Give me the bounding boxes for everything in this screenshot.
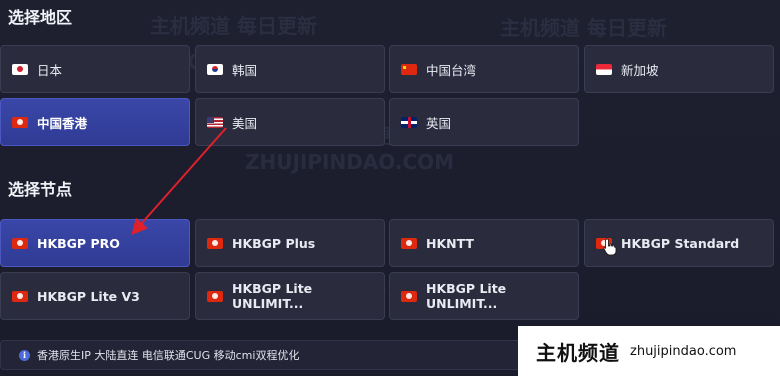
hand-cursor-icon: [603, 238, 617, 256]
gb-flag-icon: [401, 116, 417, 128]
region-section-title: 选择地区: [8, 8, 73, 27]
node-label: HKBGP Lite UNLIMIT...: [426, 281, 507, 311]
region-card-hongkong[interactable]: 中国香港: [0, 98, 190, 146]
region-card-singapore[interactable]: 新加坡: [584, 45, 774, 93]
cn-flag-icon: [401, 63, 417, 75]
node-card-hkbgp-plus[interactable]: HKBGP Plus: [195, 219, 385, 267]
region-label: 中国台湾: [426, 62, 477, 78]
hk-flag-icon: [207, 290, 223, 302]
region-card-korea[interactable]: 韩国: [195, 45, 385, 93]
node-info-text: 香港原生IP 大陆直连 电信联通CUG 移动cmi双程优化: [37, 349, 300, 362]
node-card-hkbgp-lite-unlimit-2[interactable]: HKBGP Lite UNLIMIT...: [389, 272, 579, 320]
region-card-taiwan[interactable]: 中国台湾: [389, 45, 579, 93]
us-flag-icon: [207, 116, 223, 128]
node-card-hkbgp-lite-unlimit-1[interactable]: HKBGP Lite UNLIMIT...: [195, 272, 385, 320]
node-section-title: 选择节点: [8, 180, 73, 199]
region-label: 新加坡: [621, 62, 659, 78]
sg-flag-icon: [596, 63, 612, 75]
node-label: HKNTT: [426, 235, 474, 251]
region-card-usa[interactable]: 美国: [195, 98, 385, 146]
node-info-bar: i 香港原生IP 大陆直连 电信联通CUG 移动cmi双程优化: [0, 340, 560, 370]
site-watermark: 主机频道 zhujipindao.com: [518, 326, 780, 376]
region-card-japan[interactable]: 日本: [0, 45, 190, 93]
hk-flag-icon: [12, 290, 28, 302]
watermark-cn: 主机频道: [536, 340, 620, 365]
hk-flag-icon: [12, 116, 28, 128]
node-label: HKBGP Plus: [232, 235, 316, 251]
watermark-ghost-text: 主机频道 每日更新: [150, 14, 317, 38]
node-label: HKBGP Lite V3: [37, 288, 140, 304]
node-card-hkntt[interactable]: HKNTT: [389, 219, 579, 267]
hk-flag-icon: [207, 237, 223, 249]
node-card-hkbgp-pro[interactable]: HKBGP PRO: [0, 219, 190, 267]
watermark-url: zhujipindao.com: [630, 343, 737, 359]
node-card-hkbgp-lite-v3[interactable]: HKBGP Lite V3: [0, 272, 190, 320]
region-label: 日本: [37, 62, 63, 78]
watermark-ghost-text: ZHUJIPINDAO.COM: [245, 150, 455, 174]
info-icon: i: [19, 349, 30, 361]
node-label: HKBGP PRO: [37, 235, 120, 251]
hk-flag-icon: [401, 290, 417, 302]
region-card-uk[interactable]: 英国: [389, 98, 579, 146]
region-label: 韩国: [232, 62, 258, 78]
region-label: 中国香港: [37, 115, 88, 131]
hk-flag-icon: [401, 237, 417, 249]
page: 主机频道 每日更新 主机频道 每日更新 ZHUJIPINDAO.COM 主机频道…: [0, 0, 780, 376]
kr-flag-icon: [207, 63, 223, 75]
hk-flag-icon: [12, 237, 28, 249]
watermark-ghost-text: 主机频道 每日更新: [500, 16, 667, 40]
jp-flag-icon: [12, 63, 28, 75]
region-label: 美国: [232, 115, 258, 131]
node-label: HKBGP Lite UNLIMIT...: [232, 281, 313, 311]
node-label: HKBGP Standard: [621, 235, 740, 251]
region-label: 英国: [426, 115, 452, 131]
